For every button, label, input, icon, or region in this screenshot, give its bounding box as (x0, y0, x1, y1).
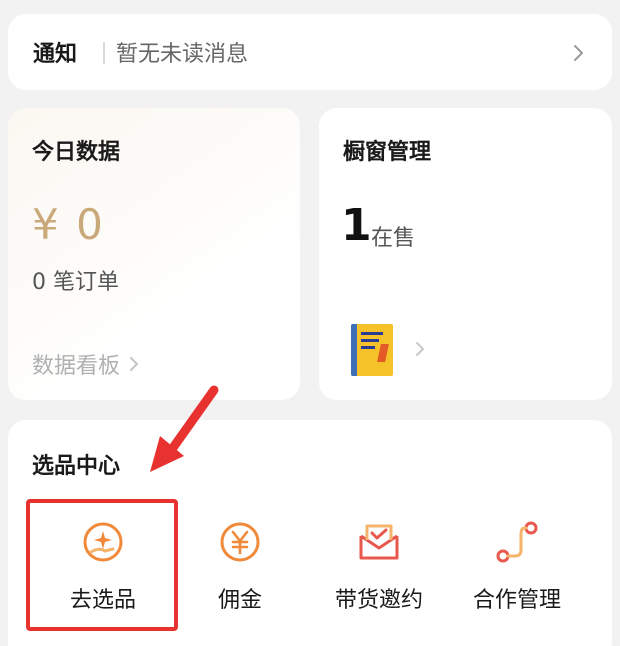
on-sale-label: 在售 (371, 226, 416, 251)
today-amount: ¥ 0 (32, 200, 105, 249)
notice-divider (103, 42, 105, 64)
showcase-title: 橱窗管理 (343, 140, 432, 165)
notice-message: 暂无未读消息 (116, 42, 249, 67)
highlight-box (26, 499, 178, 631)
data-board-label: 数据看板 (32, 354, 121, 379)
data-board-link[interactable]: 数据看板 (32, 348, 142, 380)
cooperation-label: 合作管理 (472, 588, 561, 613)
yuan-coin-icon (220, 522, 260, 562)
on-sale-count: 1 (341, 200, 372, 251)
product-thumbnail[interactable] (351, 324, 393, 376)
invitation-button[interactable]: 带货邀约 (314, 520, 444, 630)
cooperation-path-icon (496, 521, 538, 563)
invitation-mail-icon (359, 524, 399, 560)
chevron-right-icon[interactable] (568, 43, 588, 63)
today-data-title: 今日数据 (32, 140, 121, 165)
notice-bar[interactable]: 通知 暂无未读消息 (8, 14, 612, 90)
notice-title: 通知 (33, 42, 78, 67)
commission-button[interactable]: 佣金 (175, 520, 305, 630)
today-orders: 0 笔订单 (32, 270, 119, 295)
showcase-card[interactable]: 橱窗管理 1 在售 (319, 108, 612, 400)
pointer-arrow-icon (150, 385, 219, 472)
chevron-right-icon (416, 342, 424, 356)
chevron-right-icon (130, 357, 139, 371)
today-data-card[interactable]: 今日数据 ¥ 0 0 笔订单 数据看板 (8, 108, 300, 400)
commission-label: 佣金 (217, 588, 262, 613)
invitation-label: 带货邀约 (334, 588, 423, 613)
selection-center-title: 选品中心 (32, 454, 121, 479)
cooperation-button[interactable]: 合作管理 (452, 520, 582, 630)
